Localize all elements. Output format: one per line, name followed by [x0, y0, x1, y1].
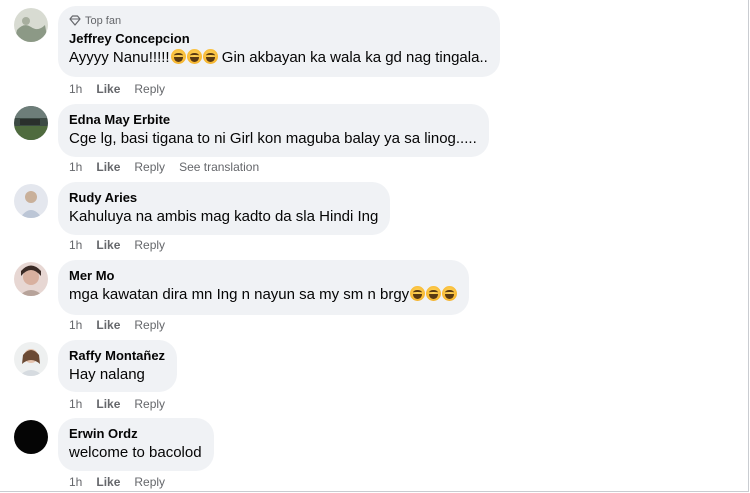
avatar[interactable]: [14, 342, 48, 376]
commenter-name[interactable]: Raffy Montañez: [69, 347, 165, 364]
commenter-name[interactable]: Jeffrey Concepcion: [69, 30, 488, 47]
commenter-name[interactable]: Edna May Erbite: [69, 111, 477, 128]
like-button[interactable]: Like: [96, 237, 120, 253]
comment-time[interactable]: 1h: [69, 81, 82, 97]
commenter-name[interactable]: Mer Mo: [69, 267, 457, 284]
comment-actions: 1h Like Reply: [69, 237, 165, 253]
comment-actions: 1h Like Reply: [69, 317, 165, 333]
grinning-sweat-emoji-icon: [170, 49, 186, 64]
grinning-sweat-emoji-icon: [186, 49, 202, 64]
commenter-name[interactable]: Erwin Ordz: [69, 425, 202, 442]
like-button[interactable]: Like: [96, 317, 120, 333]
comment-bubble: Rudy Aries Kahuluya na ambis mag kadto d…: [58, 182, 391, 235]
like-button[interactable]: Like: [96, 159, 120, 175]
like-button[interactable]: Like: [96, 396, 120, 412]
comment-text: Kahuluya na ambis mag kadto da sla Hindi…: [69, 208, 379, 225]
comment-bubble: Erwin Ordz welcome to bacolod: [58, 418, 214, 471]
comment-bubble: Raffy Montañez Hay nalang: [58, 340, 178, 392]
comment-time[interactable]: 1h: [69, 237, 82, 253]
reply-button[interactable]: Reply: [134, 237, 165, 253]
comment-time[interactable]: 1h: [69, 317, 82, 333]
badge-label: Top fan: [85, 14, 122, 27]
comment-text: Ayyyy Nanu!!!!! Gin akbayan ka wala ka g…: [69, 48, 488, 68]
reply-button[interactable]: Reply: [134, 396, 165, 412]
comment-text: Hay nalang: [69, 366, 145, 383]
comment-bubble: Edna May Erbite Cge lg, basi tigana to n…: [58, 104, 489, 157]
avatar[interactable]: [14, 8, 48, 42]
comment-text-part: Ayyyy Nanu!!!!!: [69, 49, 170, 66]
reply-button[interactable]: Reply: [134, 159, 165, 175]
comment-time[interactable]: 1h: [69, 474, 82, 490]
reply-button[interactable]: Reply: [134, 474, 165, 490]
comment-text: mga kawatan dira mn Ing n nayun sa my sm…: [69, 285, 458, 305]
avatar[interactable]: [14, 106, 48, 140]
commenter-name[interactable]: Rudy Aries: [69, 189, 378, 206]
grinning-emoji-icon: [426, 286, 442, 301]
comment-bubble: Mer Mo mga kawatan dira mn Ing n nayun s…: [58, 260, 470, 315]
comment-text-part: mga kawatan dira mn Ing n nayun sa my sm…: [69, 286, 410, 303]
comment-text-part: Gin akbayan ka wala ka gd nag tingala..: [217, 49, 488, 66]
grinning-emoji-icon: [410, 286, 426, 301]
comment-time[interactable]: 1h: [69, 396, 82, 412]
grinning-emoji-icon: [442, 286, 458, 301]
comment-actions: 1h Like Reply: [69, 81, 165, 97]
comment-text: welcome to bacolod: [69, 444, 202, 461]
comment-actions: 1h Like Reply See translation: [69, 159, 259, 175]
comment-actions: 1h Like Reply: [69, 474, 165, 490]
avatar[interactable]: [14, 420, 48, 454]
like-button[interactable]: Like: [96, 474, 120, 490]
comment-actions: 1h Like Reply: [69, 396, 165, 412]
grinning-sweat-emoji-icon: [202, 49, 218, 64]
top-fan-badge: Top fan: [69, 14, 488, 27]
reply-button[interactable]: Reply: [134, 317, 165, 333]
comment-bubble: Top fan Jeffrey Concepcion Ayyyy Nanu!!!…: [58, 6, 500, 77]
diamond-icon: [69, 15, 81, 26]
comments-panel: Top fan Jeffrey Concepcion Ayyyy Nanu!!!…: [0, 0, 749, 492]
comment-time[interactable]: 1h: [69, 159, 82, 175]
reply-button[interactable]: Reply: [134, 81, 165, 97]
avatar[interactable]: [14, 262, 48, 296]
like-button[interactable]: Like: [96, 81, 120, 97]
avatar[interactable]: [14, 184, 48, 218]
comment-text: Cge lg, basi tigana to ni Girl kon magub…: [69, 130, 477, 147]
see-translation-link[interactable]: See translation: [179, 159, 259, 175]
